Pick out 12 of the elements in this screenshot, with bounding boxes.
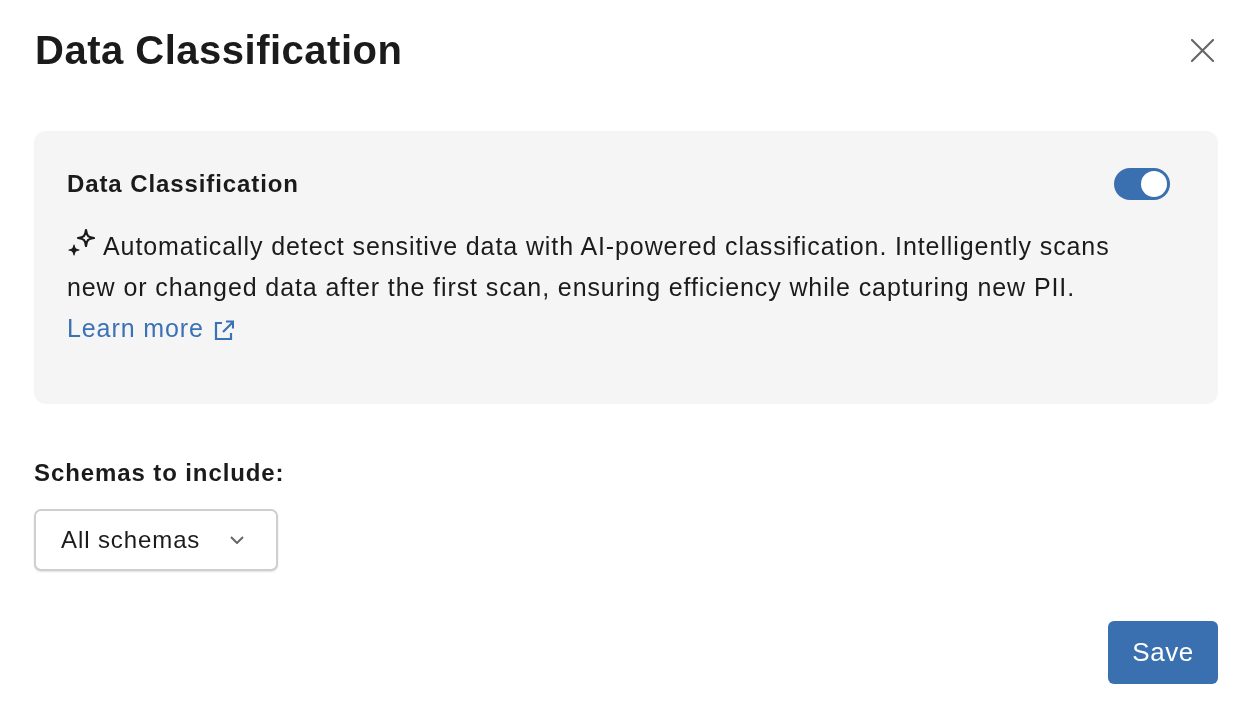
chevron-down-icon bbox=[230, 536, 244, 544]
external-link-icon bbox=[213, 319, 234, 341]
toggle-switch[interactable] bbox=[1114, 168, 1170, 200]
card-title: Data Classification bbox=[67, 169, 299, 199]
schemas-label: Schemas to include: bbox=[34, 458, 285, 488]
dialog-title: Data Classification bbox=[34, 27, 403, 74]
learn-more-link[interactable]: Learn more bbox=[67, 314, 234, 342]
schemas-dropdown[interactable]: All schemas bbox=[34, 509, 278, 571]
save-button[interactable]: Save bbox=[1108, 621, 1218, 684]
description-text: Automatically detect sensitive data with AI-powered classification. Intelligently scans new or changed data after the first scan, ensuring efficiency while capturing new PII. Learn more bbox=[67, 226, 1170, 349]
sparkle-icon bbox=[67, 228, 97, 258]
close-icon[interactable] bbox=[1191, 38, 1214, 62]
